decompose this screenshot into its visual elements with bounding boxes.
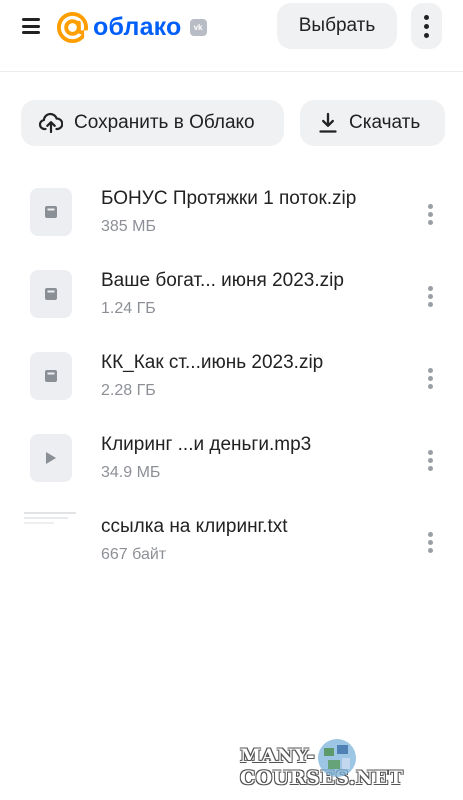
file-size: 667 байт — [101, 546, 167, 563]
download-icon — [319, 112, 337, 133]
at-sign-logo-icon — [56, 11, 89, 44]
save-to-cloud-label: Сохранить в Облако — [74, 112, 255, 133]
text-file-preview-icon — [22, 509, 78, 539]
file-more-icon[interactable] — [420, 447, 440, 473]
archive-file-icon — [30, 270, 72, 318]
file-more-icon[interactable] — [420, 283, 440, 309]
more-options-button[interactable] — [411, 3, 442, 49]
dot — [424, 23, 429, 29]
archive-file-icon — [30, 188, 72, 236]
file-more-icon[interactable] — [420, 201, 440, 227]
file-more-icon[interactable] — [420, 529, 440, 555]
file-size: 2.28 ГБ — [101, 382, 156, 399]
save-to-cloud-button[interactable]: Сохранить в Облако — [21, 100, 284, 146]
file-row[interactable]: БОНУС Протяжки 1 поток.zip 385 МБ — [0, 171, 463, 253]
file-size: 1.24 ГБ — [101, 300, 156, 317]
file-size: 385 МБ — [101, 218, 156, 235]
logo-text: облако — [93, 12, 182, 41]
file-size: 34.9 МБ — [101, 464, 161, 481]
download-button[interactable]: Скачать — [300, 100, 445, 146]
file-more-icon[interactable] — [420, 365, 440, 391]
top-bar: облако vk Выбрать — [0, 0, 463, 72]
cloud-shared-folder-page: облако vk Выбрать Сохранить в Облако Ска… — [0, 0, 463, 800]
dot — [424, 14, 429, 20]
dot — [424, 32, 429, 38]
cloud-logo[interactable]: облако vk — [56, 10, 207, 44]
download-label: Скачать — [349, 112, 421, 133]
file-name: БОНУС Протяжки 1 поток.zip — [101, 188, 357, 209]
file-row[interactable]: КК_Как ст...июнь 2023.zip 2.28 ГБ — [0, 335, 463, 417]
watermark: MANY-COURSES.NET — [240, 739, 463, 789]
file-list: БОНУС Протяжки 1 поток.zip 385 МБ Ваше б… — [0, 171, 463, 581]
file-name: ссылка на клиринг.txt — [101, 516, 288, 537]
file-name: Клиринг ...и деньги.mp3 — [101, 434, 312, 455]
play-icon — [30, 434, 72, 482]
file-row[interactable]: Ваше богат... июня 2023.zip 1.24 ГБ — [0, 253, 463, 335]
file-row[interactable]: ссылка на клиринг.txt 667 байт — [0, 499, 463, 581]
archive-file-icon — [30, 352, 72, 400]
hamburger-menu-icon[interactable] — [22, 18, 40, 34]
watermark-logo-icon — [318, 739, 356, 777]
cloud-upload-icon — [39, 112, 63, 134]
vk-badge-icon: vk — [189, 18, 207, 36]
select-button[interactable]: Выбрать — [277, 3, 397, 49]
file-row[interactable]: Клиринг ...и деньги.mp3 34.9 МБ — [0, 417, 463, 499]
file-name: КК_Как ст...июнь 2023.zip — [101, 352, 324, 373]
file-name: Ваше богат... июня 2023.zip — [101, 270, 344, 291]
